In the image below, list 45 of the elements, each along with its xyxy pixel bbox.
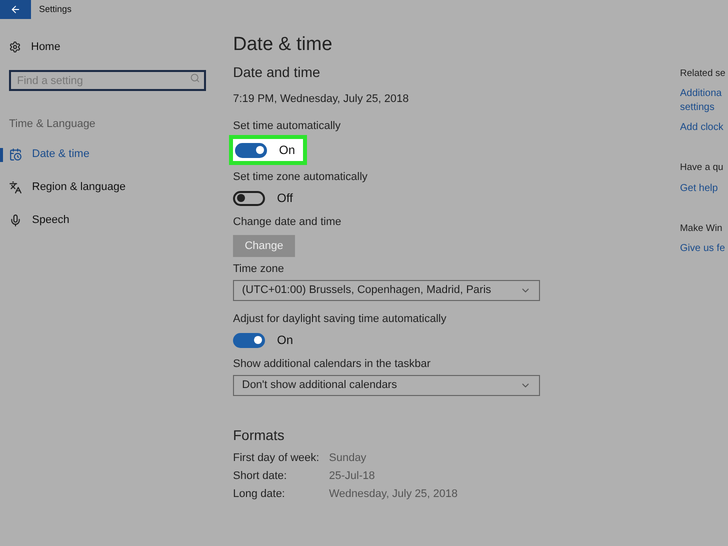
setting-label: Set time zone automatically xyxy=(233,171,369,184)
setting-label: Change date and time xyxy=(233,216,342,229)
toggle-switch[interactable] xyxy=(235,142,267,158)
section-heading: Formats xyxy=(233,426,286,444)
settings-icon xyxy=(9,41,21,54)
toggle-state: On xyxy=(279,142,296,159)
related-heading: Related se xyxy=(680,67,726,81)
setting-label: Adjust for daylight saving time automatically xyxy=(233,313,448,326)
nav-item[interactable]: Date & time xyxy=(32,146,90,163)
search-icon xyxy=(190,72,200,82)
back-button[interactable] xyxy=(0,0,31,19)
nav-item[interactable]: Region & language xyxy=(32,179,126,196)
format-value: 25-Jul-18 xyxy=(329,470,376,483)
toggle-state: Off xyxy=(277,190,293,207)
language-icon xyxy=(9,181,22,194)
current-date-time: 7:19 PM, Wednesday, July 25, 2018 xyxy=(233,93,410,106)
back-arrow-icon xyxy=(10,4,21,15)
home-link[interactable]: Home xyxy=(31,39,60,56)
related-link[interactable]: Give us fe xyxy=(680,242,728,256)
setting-label: Show additional calendars in the taskbar xyxy=(233,358,432,371)
related-heading: Make Win xyxy=(680,222,724,236)
toggle-state: On xyxy=(277,332,294,349)
related-link[interactable]: Get help xyxy=(680,182,728,196)
microphone-icon xyxy=(9,214,22,227)
related-heading: Have a qu xyxy=(680,161,724,176)
setting-label: Set time automatically xyxy=(233,120,342,133)
format-value: Sunday xyxy=(329,452,368,465)
format-label: Long date: xyxy=(233,488,286,501)
calendar-icon xyxy=(9,148,22,161)
setting-label: Time zone xyxy=(233,263,285,276)
format-label: Short date: xyxy=(233,470,288,483)
related-link[interactable]: Additiona settings xyxy=(680,87,728,116)
toggle-switch[interactable] xyxy=(233,332,265,348)
dropdown[interactable]: Don't show additional calendars xyxy=(233,375,540,396)
section-heading: Date and time xyxy=(233,63,322,81)
format-label: First day of week: xyxy=(233,452,320,465)
page-title: Date & time xyxy=(233,33,334,57)
format-value: Wednesday, July 25, 2018 xyxy=(329,488,459,501)
section-label: Time & Language xyxy=(8,116,96,132)
related-link[interactable]: Add clock xyxy=(680,121,728,136)
dropdown[interactable]: (UTC+01:00) Brussels, Copenhagen, Madrid, Paris xyxy=(233,280,540,301)
nav-item[interactable]: Speech xyxy=(32,212,70,229)
search-field[interactable]: Find a setting xyxy=(9,70,206,91)
window-title: Settings xyxy=(39,2,72,16)
toggle-switch[interactable] xyxy=(233,190,265,206)
